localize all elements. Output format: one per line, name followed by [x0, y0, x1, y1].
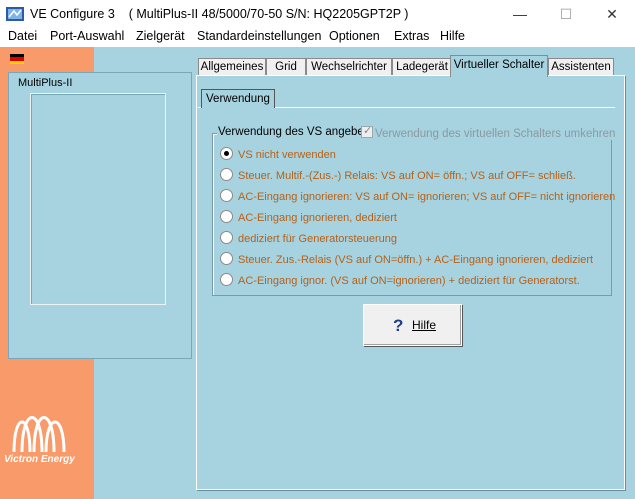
tab-assistenten[interactable]: Assistenten [548, 58, 614, 76]
option-radio-row[interactable]: VS nicht verwenden [220, 147, 336, 163]
radio-button[interactable] [220, 210, 233, 223]
tab-virtueller-schalter[interactable]: Virtueller Schalter [450, 55, 548, 77]
tab-allgemeines[interactable]: Allgemeines [198, 58, 266, 76]
option-label: VS nicht verwenden [238, 149, 336, 161]
invert-checkbox[interactable]: ✓ [361, 125, 373, 138]
radio-button[interactable] [220, 231, 233, 244]
menu-zielgeraet[interactable]: Zielgerät [136, 29, 185, 43]
menu-hilfe[interactable]: Hilfe [440, 29, 465, 43]
checkmark-icon: ✓ [363, 125, 373, 137]
subtab-verwendung[interactable]: Verwendung [201, 89, 275, 108]
german-flag-icon[interactable] [10, 54, 24, 64]
radio-button[interactable] [220, 252, 233, 265]
workspace: on off charger only Victron Energy Multi… [0, 47, 635, 499]
maximize-button[interactable]: ☐ [543, 0, 589, 28]
help-button-label: Hilfe [412, 318, 437, 332]
option-radio-row[interactable]: Steuer. Zus.-Relais (VS auf ON=öffn.) + … [220, 252, 593, 268]
device-panel: MultiPlus-II [8, 72, 192, 359]
invert-checkbox-label: Verwendung des virtuellen Schalters umke… [375, 128, 616, 140]
option-label: Steuer. Multif.-(Zus.-) Relais: VS auf O… [238, 170, 576, 182]
option-radio-row[interactable]: dediziert für Generatorsteuerung [220, 231, 397, 247]
option-label: Steuer. Zus.-Relais (VS auf ON=öffn.) + … [238, 254, 594, 266]
groupbox-title: Verwendung des VS angeben [217, 126, 372, 138]
radio-button[interactable] [220, 168, 233, 181]
brand-name: Victron Energy [4, 454, 75, 465]
invert-checkbox-row[interactable]: ✓ Verwendung des virtuellen Schalters umk… [361, 125, 616, 140]
radio-button[interactable] [220, 189, 233, 202]
option-label: AC-Eingang ignorieren: VS auf ON= ignori… [238, 191, 616, 203]
option-label: AC-Eingang ignorieren, dediziert [238, 212, 397, 224]
app-icon [6, 7, 24, 21]
tab-ladegeraet[interactable]: Ladegerät [392, 58, 452, 76]
menu-bar: Datei Port-Auswahl Zielgerät Standardein… [0, 28, 635, 47]
option-label: dediziert für Generatorsteuerung [238, 233, 397, 245]
menu-extras[interactable]: Extras [394, 29, 429, 43]
menu-port-auswahl[interactable]: Port-Auswahl [50, 29, 124, 43]
close-button[interactable]: ✕ [589, 0, 635, 28]
title-bar: VE Configure 3 ( MultiPlus-II 48/5000/70… [0, 0, 635, 28]
option-label: AC-Eingang ignor. (VS auf ON=ignorieren)… [238, 275, 580, 287]
device-image-placeholder [30, 93, 166, 305]
victron-logo-icon [12, 416, 66, 453]
minimize-button[interactable]: — [497, 0, 543, 28]
menu-standardeinstellungen[interactable]: Standardeinstellungen [197, 29, 321, 43]
option-radio-row[interactable]: AC-Eingang ignorieren, dediziert [220, 210, 397, 226]
window-title: VE Configure 3 ( MultiPlus-II 48/5000/70… [30, 7, 409, 21]
tab-wechselrichter[interactable]: Wechselrichter [306, 58, 392, 76]
question-mark-icon: ? [393, 316, 404, 335]
option-radio-row[interactable]: AC-Eingang ignor. (VS auf ON=ignorieren)… [220, 273, 580, 289]
tab-grid[interactable]: Grid [266, 58, 306, 76]
help-button[interactable]: ? Hilfe [363, 304, 462, 346]
menu-optionen[interactable]: Optionen [329, 29, 380, 43]
device-name: MultiPlus-II [18, 77, 73, 89]
radio-button[interactable] [220, 273, 233, 286]
radio-button-selected[interactable] [220, 147, 233, 160]
option-radio-row[interactable]: AC-Eingang ignorieren: VS auf ON= ignori… [220, 189, 615, 205]
menu-datei[interactable]: Datei [8, 29, 37, 43]
option-radio-row[interactable]: Steuer. Multif.-(Zus.-) Relais: VS auf O… [220, 168, 576, 184]
